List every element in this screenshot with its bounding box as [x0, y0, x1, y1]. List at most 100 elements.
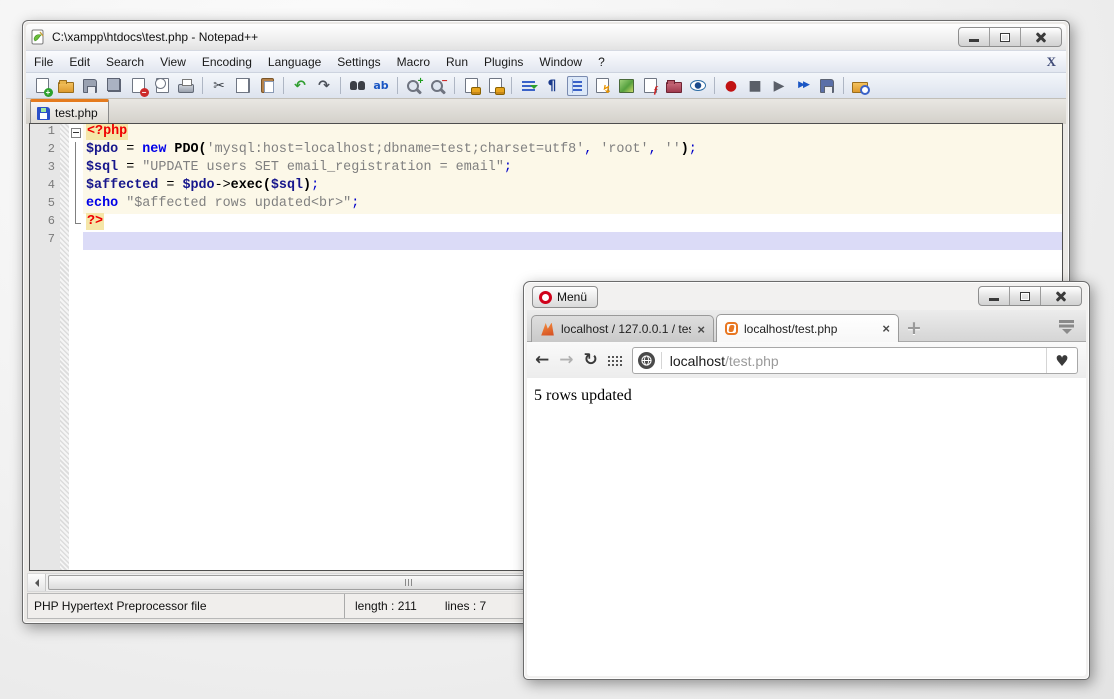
menu-item-file[interactable]: File [26, 53, 61, 71]
code-token: ( [263, 178, 271, 193]
minimize-button[interactable] [979, 287, 1010, 305]
speed-dial-icon[interactable] [608, 355, 622, 367]
opera-menu-button[interactable]: Menü [532, 286, 598, 308]
fold-margin[interactable] [69, 124, 83, 570]
notepadpp-titlebar[interactable]: C:\xampp\htdocs\test.php - Notepad++ [26, 24, 1066, 50]
copy-icon[interactable] [234, 77, 253, 95]
replace-icon[interactable]: ab [372, 77, 391, 95]
menu-item-plugins[interactable]: Plugins [476, 53, 531, 71]
redo-icon[interactable]: ↷ [315, 77, 334, 95]
code-line-6[interactable]: ?> [83, 214, 1062, 232]
code-token: $affected [86, 178, 158, 193]
browser-toolbar: ← → ↻ localhost /test.php ♥ [527, 342, 1086, 380]
bookmark-margin[interactable] [60, 124, 69, 570]
code-token: -> [215, 178, 231, 193]
code-token: 'root' [600, 142, 648, 157]
tab-test-php[interactable]: test.php [30, 99, 109, 124]
show-all-characters-icon[interactable]: ¶ [543, 77, 562, 95]
folder-as-workspace-icon[interactable] [665, 77, 684, 95]
window-controls [978, 286, 1082, 306]
close-button[interactable] [1041, 287, 1081, 305]
forward-button[interactable]: → [559, 352, 573, 369]
menu-item-macro[interactable]: Macro [389, 53, 438, 71]
scroll-left-button[interactable] [28, 574, 46, 591]
macro-run-multiple-icon[interactable]: ▶▶ [794, 77, 813, 95]
print-icon[interactable] [177, 77, 196, 95]
close-all-icon[interactable] [153, 77, 172, 95]
minimize-button[interactable] [959, 28, 990, 46]
menu-item-help[interactable]: ? [590, 53, 613, 71]
line-number: 4 [30, 178, 60, 196]
bookmark-heart-icon[interactable]: ♥ [1046, 348, 1077, 373]
sync-vertical-scrolling-icon[interactable] [462, 77, 481, 95]
menu-item-window[interactable]: Window [531, 53, 590, 71]
line-number: 3 [30, 160, 60, 178]
code-line-4[interactable]: $affected = $pdo->exec($sql); [83, 178, 1062, 196]
close-file-icon[interactable] [129, 77, 148, 95]
code-line-2[interactable]: $pdo = new PDO('mysql:host=localhost;dbn… [83, 142, 1062, 160]
function-list-icon[interactable] [641, 77, 660, 95]
browser-tab-phpmyadmin[interactable]: localhost / 127.0.0.1 / test× [531, 315, 714, 342]
code-line-5[interactable]: echo "$affected rows updated<br>"; [83, 196, 1062, 214]
open-containing-folder-icon[interactable] [851, 77, 870, 95]
restore-button[interactable] [1010, 287, 1041, 305]
code-token: new [142, 142, 166, 157]
menu-item-settings[interactable]: Settings [329, 53, 388, 71]
tab-menu-icon[interactable] [1058, 319, 1076, 335]
menu-item-encoding[interactable]: Encoding [194, 53, 260, 71]
code-line-1[interactable]: <?php [83, 124, 1062, 142]
code-token: "UPDATE users SET email_registration = e… [142, 160, 504, 175]
zoom-out-icon[interactable]: − [429, 77, 448, 95]
menubar-close-icon[interactable]: X [1047, 54, 1056, 70]
browser-tab-xampp[interactable]: localhost/test.php × [716, 314, 899, 342]
open-file-icon[interactable] [57, 77, 76, 95]
new-tab-button[interactable]: + [901, 315, 927, 341]
back-button[interactable]: ← [535, 352, 549, 369]
site-globe-icon[interactable] [638, 352, 655, 369]
opera-titlebar[interactable]: Menü [527, 285, 1086, 310]
npp-tabbar: test.php [26, 98, 1066, 124]
fold-mark-line-1[interactable] [69, 124, 83, 142]
menu-item-search[interactable]: Search [98, 53, 152, 71]
sync-horizontal-scrolling-icon[interactable] [486, 77, 505, 95]
macro-play-icon[interactable]: ▶ [770, 77, 789, 95]
close-button[interactable] [1021, 28, 1061, 46]
cut-icon[interactable]: ✂ [210, 77, 229, 95]
undo-icon[interactable]: ↶ [291, 77, 310, 95]
macro-save-icon[interactable] [818, 77, 837, 95]
line-number: 6 [30, 214, 60, 232]
npp-toolbar: ✂↶↷ab+−¶●■▶▶▶ [26, 72, 1066, 98]
paste-icon[interactable] [258, 77, 277, 95]
menu-item-view[interactable]: View [152, 53, 194, 71]
macro-stop-icon[interactable]: ■ [746, 77, 765, 95]
line-number: 5 [30, 196, 60, 214]
macro-record-icon[interactable]: ● [722, 77, 741, 95]
code-token: ) [303, 178, 311, 193]
browser-tab-label: localhost/test.php [744, 322, 876, 336]
save-all-icon[interactable] [105, 77, 124, 95]
code-token: = [158, 178, 182, 193]
tab-close-icon[interactable]: × [697, 322, 705, 337]
code-line-7[interactable] [83, 232, 1062, 250]
address-bar[interactable]: localhost /test.php ♥ [632, 347, 1078, 374]
menu-item-run[interactable]: Run [438, 53, 476, 71]
find-icon[interactable] [348, 77, 367, 95]
restore-button[interactable] [990, 28, 1021, 46]
new-file-icon[interactable] [33, 77, 52, 95]
opera-window: Menü localhost / 127.0.0.1 / test×localh… [523, 281, 1090, 680]
code-line-3[interactable]: $sql = "UPDATE users SET email_registrat… [83, 160, 1062, 178]
menu-item-edit[interactable]: Edit [61, 53, 98, 71]
browser-viewport[interactable]: 5 rows updated [527, 378, 1086, 676]
code-token [118, 196, 126, 211]
save-file-icon[interactable] [81, 77, 100, 95]
zoom-in-icon[interactable]: + [405, 77, 424, 95]
document-monitor-icon[interactable] [689, 77, 708, 95]
tab-close-icon[interactable]: × [882, 321, 890, 336]
show-indent-guide-icon[interactable] [567, 76, 588, 96]
word-wrap-icon[interactable] [519, 77, 538, 95]
document-map-icon[interactable] [617, 77, 636, 95]
url-path: /test.php [725, 353, 1046, 369]
reload-button[interactable]: ↻ [584, 352, 598, 369]
define-your-language-icon[interactable] [593, 77, 612, 95]
menu-item-language[interactable]: Language [260, 53, 329, 71]
